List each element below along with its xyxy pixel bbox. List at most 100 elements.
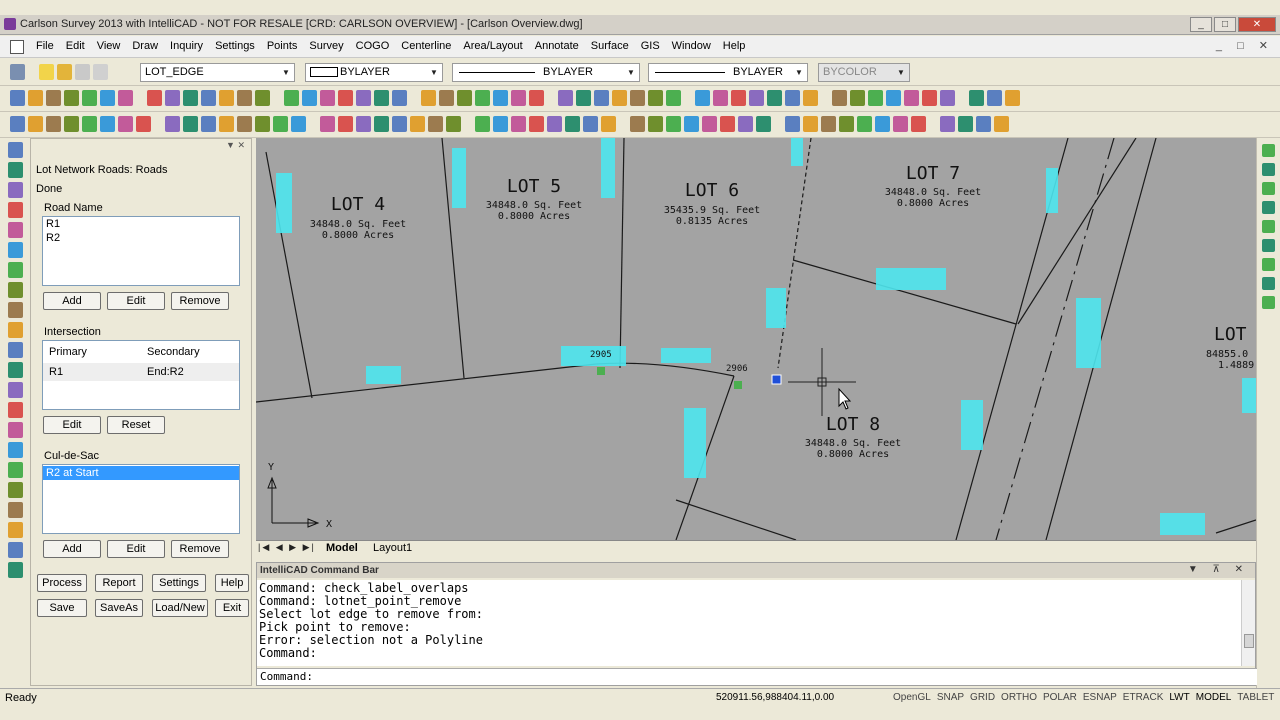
menu-surface[interactable]: Surface <box>585 40 635 52</box>
left-tool-icon[interactable] <box>8 422 23 438</box>
layer-lock-icon[interactable] <box>93 64 108 80</box>
standard-tool-icon[interactable] <box>10 90 25 106</box>
carlson-tool-icon[interactable] <box>219 116 234 132</box>
carlson-tool-icon[interactable] <box>648 116 663 132</box>
carlson-tool-icon[interactable] <box>493 116 508 132</box>
right-tool-icon[interactable] <box>1262 239 1275 252</box>
menu-help[interactable]: Help <box>717 40 752 52</box>
carlson-tool-icon[interactable] <box>118 116 133 132</box>
standard-tool-icon[interactable] <box>100 90 115 106</box>
menu-area-layout[interactable]: Area/Layout <box>457 40 528 52</box>
command-scrollbar[interactable] <box>1241 580 1255 666</box>
carlson-tool-icon[interactable] <box>392 116 407 132</box>
standard-tool-icon[interactable] <box>374 90 389 106</box>
toggle-model[interactable]: MODEL <box>1196 692 1232 703</box>
list-item[interactable]: R2 at Start <box>43 466 239 480</box>
road-name-list[interactable]: R1 R2 <box>42 216 240 286</box>
carlson-tool-icon[interactable] <box>666 116 681 132</box>
drawing-canvas[interactable]: LOT 4 34848.0 Sq. Feet 0.8000 Acres LOT … <box>256 138 1256 540</box>
left-tool-icon[interactable] <box>8 382 23 398</box>
standard-tool-icon[interactable] <box>666 90 681 106</box>
carlson-tool-icon[interactable] <box>82 116 97 132</box>
carlson-tool-icon[interactable] <box>410 116 425 132</box>
carlson-tool-icon[interactable] <box>237 116 252 132</box>
carlson-tool-icon[interactable] <box>165 116 180 132</box>
standard-tool-icon[interactable] <box>749 90 764 106</box>
road-edit-button[interactable]: Edit <box>107 292 165 310</box>
left-tool-icon[interactable] <box>8 542 23 558</box>
left-tool-icon[interactable] <box>8 222 23 238</box>
standard-tool-icon[interactable] <box>558 90 573 106</box>
carlson-tool-icon[interactable] <box>893 116 908 132</box>
right-tool-icon[interactable] <box>1262 220 1275 233</box>
carlson-tool-icon[interactable] <box>958 116 973 132</box>
layer-manager-icon[interactable] <box>10 64 25 80</box>
standard-tool-icon[interactable] <box>785 90 800 106</box>
standard-tool-icon[interactable] <box>439 90 454 106</box>
layer-viewport-icon[interactable] <box>75 64 90 80</box>
right-tool-icon[interactable] <box>1262 182 1275 195</box>
standard-tool-icon[interactable] <box>118 90 133 106</box>
menu-window[interactable]: Window <box>666 40 717 52</box>
standard-tool-icon[interactable] <box>511 90 526 106</box>
toggle-esnap[interactable]: ESNAP <box>1083 692 1117 703</box>
toggle-tablet[interactable]: TABLET <box>1237 692 1274 703</box>
standard-tool-icon[interactable] <box>28 90 43 106</box>
carlson-tool-icon[interactable] <box>940 116 955 132</box>
layer-on-bulb-icon[interactable] <box>39 64 54 80</box>
carlson-tool-icon[interactable] <box>738 116 753 132</box>
list-item[interactable]: R1 <box>43 217 239 231</box>
menu-cogo[interactable]: COGO <box>350 40 396 52</box>
left-tool-icon[interactable] <box>8 162 23 178</box>
menu-draw[interactable]: Draw <box>126 40 164 52</box>
exit-button[interactable]: Exit <box>215 599 249 617</box>
carlson-tool-icon[interactable] <box>630 116 645 132</box>
carlson-tool-icon[interactable] <box>338 116 353 132</box>
standard-tool-icon[interactable] <box>219 90 234 106</box>
toggle-grid[interactable]: GRID <box>970 692 995 703</box>
standard-tool-icon[interactable] <box>529 90 544 106</box>
standard-tool-icon[interactable] <box>576 90 591 106</box>
carlson-tool-icon[interactable] <box>201 116 216 132</box>
maximize-button[interactable]: □ <box>1214 17 1236 32</box>
load-new-button[interactable]: Load/New <box>152 599 208 617</box>
standard-tool-icon[interactable] <box>320 90 335 106</box>
carlson-tool-icon[interactable] <box>475 116 490 132</box>
standard-tool-icon[interactable] <box>421 90 436 106</box>
standard-tool-icon[interactable] <box>648 90 663 106</box>
document-window-controls[interactable]: _ □ ✕ <box>1216 39 1274 52</box>
standard-tool-icon[interactable] <box>904 90 919 106</box>
menu-file[interactable]: File <box>30 40 60 52</box>
table-row[interactable]: R1 End:R2 <box>43 363 239 381</box>
left-tool-icon[interactable] <box>8 142 23 158</box>
left-tool-icon[interactable] <box>8 562 23 578</box>
carlson-tool-icon[interactable] <box>291 116 306 132</box>
saveas-button[interactable]: SaveAs <box>95 599 143 617</box>
carlson-tool-icon[interactable] <box>136 116 151 132</box>
right-tool-icon[interactable] <box>1262 163 1275 176</box>
carlson-tool-icon[interactable] <box>46 116 61 132</box>
menu-survey[interactable]: Survey <box>303 40 349 52</box>
culdesac-remove-button[interactable]: Remove <box>171 540 229 558</box>
standard-tool-icon[interactable] <box>922 90 937 106</box>
carlson-tool-icon[interactable] <box>529 116 544 132</box>
standard-tool-icon[interactable] <box>237 90 252 106</box>
carlson-tool-icon[interactable] <box>565 116 580 132</box>
left-tool-icon[interactable] <box>8 502 23 518</box>
standard-tool-icon[interactable] <box>832 90 847 106</box>
command-bar-controls[interactable]: ▼ ⊼ ✕ <box>1188 564 1249 575</box>
standard-tool-icon[interactable] <box>255 90 270 106</box>
right-tool-icon[interactable] <box>1262 201 1275 214</box>
command-input[interactable]: Command: <box>257 668 1257 685</box>
standard-tool-icon[interactable] <box>284 90 299 106</box>
culdesac-list[interactable]: R2 at Start <box>42 464 240 534</box>
lineweight-combo[interactable]: BYLAYER ▼ <box>648 63 808 82</box>
standard-tool-icon[interactable] <box>886 90 901 106</box>
standard-tool-icon[interactable] <box>147 90 162 106</box>
standard-tool-icon[interactable] <box>731 90 746 106</box>
save-button[interactable]: Save <box>37 599 87 617</box>
carlson-tool-icon[interactable] <box>100 116 115 132</box>
carlson-tool-icon[interactable] <box>10 116 25 132</box>
settings-button[interactable]: Settings <box>152 574 206 592</box>
left-tool-icon[interactable] <box>8 342 23 358</box>
